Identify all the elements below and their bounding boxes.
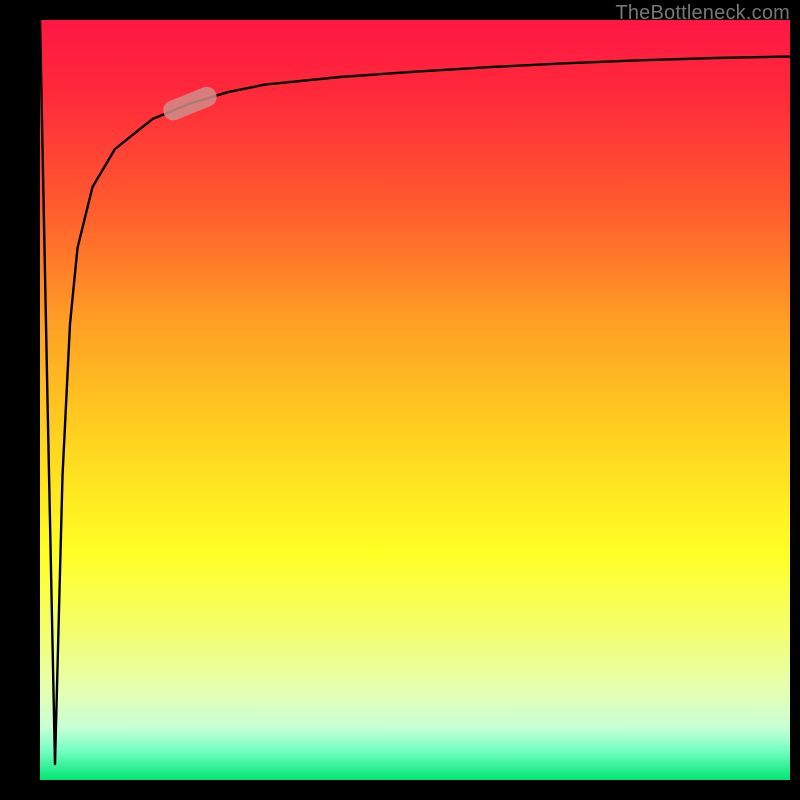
plot-area (40, 20, 790, 780)
chart-frame: TheBottleneck.com (0, 0, 800, 800)
curve-marker (160, 84, 219, 124)
bottleneck-curve (40, 20, 790, 764)
source-label: TheBottleneck.com (615, 2, 790, 25)
curve-layer (40, 20, 790, 780)
